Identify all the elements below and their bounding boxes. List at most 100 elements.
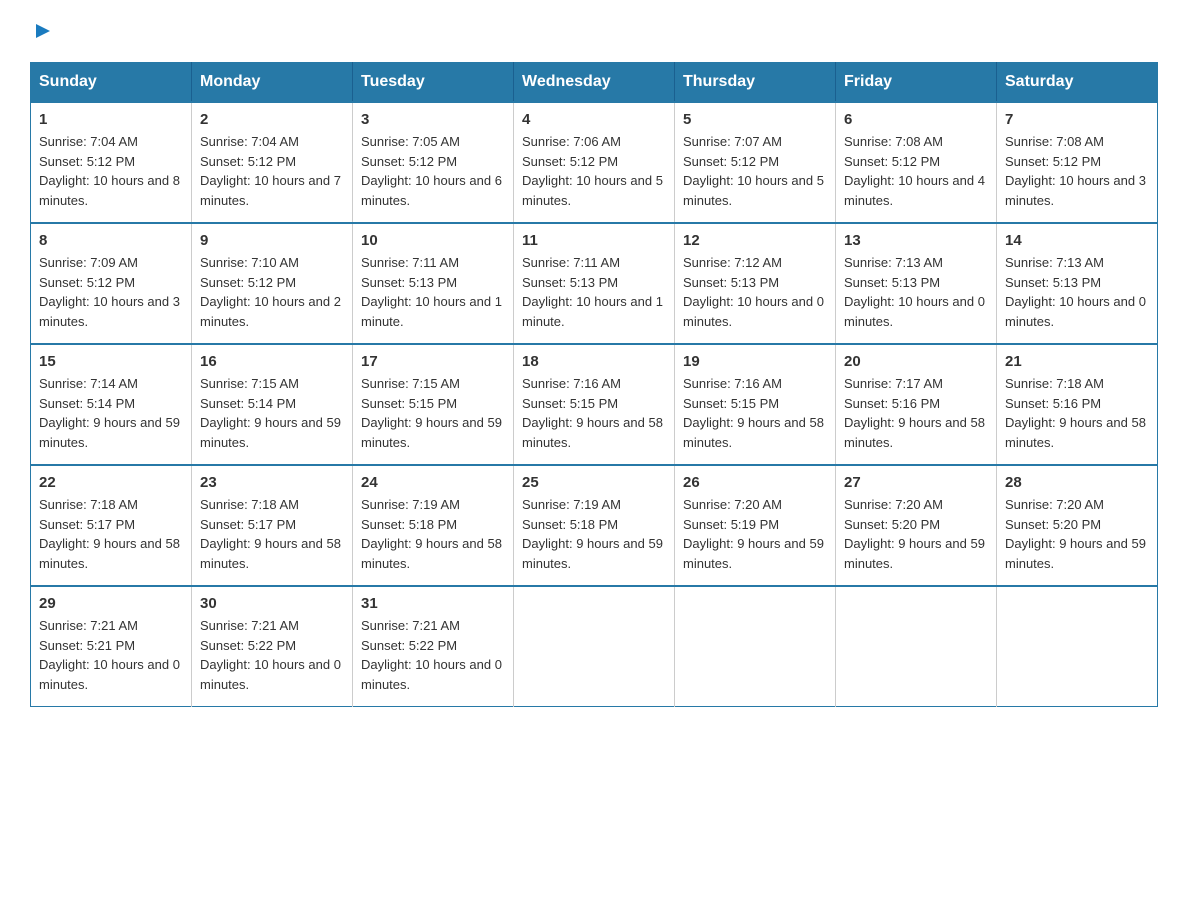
- day-info: Sunrise: 7:06 AMSunset: 5:12 PMDaylight:…: [522, 132, 666, 210]
- day-number: 27: [844, 474, 988, 491]
- day-number: 7: [1005, 111, 1149, 128]
- day-number: 25: [522, 474, 666, 491]
- calendar-cell: 10 Sunrise: 7:11 AMSunset: 5:13 PMDaylig…: [353, 223, 514, 344]
- day-number: 23: [200, 474, 344, 491]
- calendar-cell: 14 Sunrise: 7:13 AMSunset: 5:13 PMDaylig…: [997, 223, 1158, 344]
- day-number: 3: [361, 111, 505, 128]
- day-info: Sunrise: 7:15 AMSunset: 5:14 PMDaylight:…: [200, 374, 344, 452]
- header-thursday: Thursday: [675, 63, 836, 103]
- day-info: Sunrise: 7:13 AMSunset: 5:13 PMDaylight:…: [1005, 253, 1149, 331]
- day-info: Sunrise: 7:07 AMSunset: 5:12 PMDaylight:…: [683, 132, 827, 210]
- header-saturday: Saturday: [997, 63, 1158, 103]
- day-info: Sunrise: 7:14 AMSunset: 5:14 PMDaylight:…: [39, 374, 183, 452]
- calendar-cell: 21 Sunrise: 7:18 AMSunset: 5:16 PMDaylig…: [997, 344, 1158, 465]
- day-info: Sunrise: 7:21 AMSunset: 5:21 PMDaylight:…: [39, 616, 183, 694]
- calendar-cell: 16 Sunrise: 7:15 AMSunset: 5:14 PMDaylig…: [192, 344, 353, 465]
- calendar-table: SundayMondayTuesdayWednesdayThursdayFrid…: [30, 62, 1158, 707]
- calendar-cell: [514, 586, 675, 707]
- day-number: 30: [200, 595, 344, 612]
- day-info: Sunrise: 7:04 AMSunset: 5:12 PMDaylight:…: [39, 132, 183, 210]
- calendar-cell: 8 Sunrise: 7:09 AMSunset: 5:12 PMDayligh…: [31, 223, 192, 344]
- header-tuesday: Tuesday: [353, 63, 514, 103]
- day-number: 5: [683, 111, 827, 128]
- day-number: 14: [1005, 232, 1149, 249]
- calendar-cell: 6 Sunrise: 7:08 AMSunset: 5:12 PMDayligh…: [836, 102, 997, 223]
- page-header: [30, 20, 1158, 42]
- header-friday: Friday: [836, 63, 997, 103]
- calendar-cell: 19 Sunrise: 7:16 AMSunset: 5:15 PMDaylig…: [675, 344, 836, 465]
- calendar-cell: 12 Sunrise: 7:12 AMSunset: 5:13 PMDaylig…: [675, 223, 836, 344]
- calendar-week-2: 8 Sunrise: 7:09 AMSunset: 5:12 PMDayligh…: [31, 223, 1158, 344]
- calendar-week-1: 1 Sunrise: 7:04 AMSunset: 5:12 PMDayligh…: [31, 102, 1158, 223]
- day-number: 1: [39, 111, 183, 128]
- day-number: 4: [522, 111, 666, 128]
- calendar-cell: 15 Sunrise: 7:14 AMSunset: 5:14 PMDaylig…: [31, 344, 192, 465]
- day-number: 29: [39, 595, 183, 612]
- calendar-cell: 24 Sunrise: 7:19 AMSunset: 5:18 PMDaylig…: [353, 465, 514, 586]
- calendar-cell: 18 Sunrise: 7:16 AMSunset: 5:15 PMDaylig…: [514, 344, 675, 465]
- day-info: Sunrise: 7:18 AMSunset: 5:17 PMDaylight:…: [200, 495, 344, 573]
- day-info: Sunrise: 7:12 AMSunset: 5:13 PMDaylight:…: [683, 253, 827, 331]
- day-info: Sunrise: 7:15 AMSunset: 5:15 PMDaylight:…: [361, 374, 505, 452]
- day-info: Sunrise: 7:17 AMSunset: 5:16 PMDaylight:…: [844, 374, 988, 452]
- day-number: 22: [39, 474, 183, 491]
- day-info: Sunrise: 7:11 AMSunset: 5:13 PMDaylight:…: [361, 253, 505, 331]
- header-monday: Monday: [192, 63, 353, 103]
- day-number: 12: [683, 232, 827, 249]
- day-info: Sunrise: 7:21 AMSunset: 5:22 PMDaylight:…: [361, 616, 505, 694]
- header-sunday: Sunday: [31, 63, 192, 103]
- day-number: 13: [844, 232, 988, 249]
- calendar-cell: [675, 586, 836, 707]
- day-number: 17: [361, 353, 505, 370]
- day-info: Sunrise: 7:18 AMSunset: 5:17 PMDaylight:…: [39, 495, 183, 573]
- calendar-cell: 3 Sunrise: 7:05 AMSunset: 5:12 PMDayligh…: [353, 102, 514, 223]
- day-number: 20: [844, 353, 988, 370]
- day-number: 19: [683, 353, 827, 370]
- calendar-cell: 25 Sunrise: 7:19 AMSunset: 5:18 PMDaylig…: [514, 465, 675, 586]
- day-number: 28: [1005, 474, 1149, 491]
- calendar-cell: [836, 586, 997, 707]
- calendar-cell: 4 Sunrise: 7:06 AMSunset: 5:12 PMDayligh…: [514, 102, 675, 223]
- calendar-cell: 9 Sunrise: 7:10 AMSunset: 5:12 PMDayligh…: [192, 223, 353, 344]
- day-number: 10: [361, 232, 505, 249]
- calendar-week-5: 29 Sunrise: 7:21 AMSunset: 5:21 PMDaylig…: [31, 586, 1158, 707]
- calendar-cell: 1 Sunrise: 7:04 AMSunset: 5:12 PMDayligh…: [31, 102, 192, 223]
- day-info: Sunrise: 7:04 AMSunset: 5:12 PMDaylight:…: [200, 132, 344, 210]
- logo-arrow-icon: [32, 20, 54, 42]
- day-number: 31: [361, 595, 505, 612]
- calendar-cell: 22 Sunrise: 7:18 AMSunset: 5:17 PMDaylig…: [31, 465, 192, 586]
- calendar-cell: 5 Sunrise: 7:07 AMSunset: 5:12 PMDayligh…: [675, 102, 836, 223]
- calendar-cell: 23 Sunrise: 7:18 AMSunset: 5:17 PMDaylig…: [192, 465, 353, 586]
- day-info: Sunrise: 7:08 AMSunset: 5:12 PMDaylight:…: [844, 132, 988, 210]
- day-number: 9: [200, 232, 344, 249]
- day-number: 11: [522, 232, 666, 249]
- day-info: Sunrise: 7:05 AMSunset: 5:12 PMDaylight:…: [361, 132, 505, 210]
- logo: [30, 20, 54, 42]
- day-number: 26: [683, 474, 827, 491]
- day-info: Sunrise: 7:19 AMSunset: 5:18 PMDaylight:…: [522, 495, 666, 573]
- calendar-cell: [997, 586, 1158, 707]
- day-info: Sunrise: 7:11 AMSunset: 5:13 PMDaylight:…: [522, 253, 666, 331]
- day-info: Sunrise: 7:10 AMSunset: 5:12 PMDaylight:…: [200, 253, 344, 331]
- day-info: Sunrise: 7:18 AMSunset: 5:16 PMDaylight:…: [1005, 374, 1149, 452]
- day-number: 15: [39, 353, 183, 370]
- calendar-cell: 29 Sunrise: 7:21 AMSunset: 5:21 PMDaylig…: [31, 586, 192, 707]
- day-info: Sunrise: 7:16 AMSunset: 5:15 PMDaylight:…: [683, 374, 827, 452]
- day-info: Sunrise: 7:08 AMSunset: 5:12 PMDaylight:…: [1005, 132, 1149, 210]
- calendar-cell: 11 Sunrise: 7:11 AMSunset: 5:13 PMDaylig…: [514, 223, 675, 344]
- calendar-cell: 26 Sunrise: 7:20 AMSunset: 5:19 PMDaylig…: [675, 465, 836, 586]
- day-number: 8: [39, 232, 183, 249]
- calendar-week-3: 15 Sunrise: 7:14 AMSunset: 5:14 PMDaylig…: [31, 344, 1158, 465]
- day-number: 16: [200, 353, 344, 370]
- calendar-week-4: 22 Sunrise: 7:18 AMSunset: 5:17 PMDaylig…: [31, 465, 1158, 586]
- calendar-cell: 13 Sunrise: 7:13 AMSunset: 5:13 PMDaylig…: [836, 223, 997, 344]
- calendar-cell: 2 Sunrise: 7:04 AMSunset: 5:12 PMDayligh…: [192, 102, 353, 223]
- day-info: Sunrise: 7:21 AMSunset: 5:22 PMDaylight:…: [200, 616, 344, 694]
- day-info: Sunrise: 7:09 AMSunset: 5:12 PMDaylight:…: [39, 253, 183, 331]
- day-info: Sunrise: 7:16 AMSunset: 5:15 PMDaylight:…: [522, 374, 666, 452]
- calendar-cell: 30 Sunrise: 7:21 AMSunset: 5:22 PMDaylig…: [192, 586, 353, 707]
- calendar-cell: 28 Sunrise: 7:20 AMSunset: 5:20 PMDaylig…: [997, 465, 1158, 586]
- day-number: 18: [522, 353, 666, 370]
- calendar-cell: 20 Sunrise: 7:17 AMSunset: 5:16 PMDaylig…: [836, 344, 997, 465]
- day-info: Sunrise: 7:20 AMSunset: 5:20 PMDaylight:…: [844, 495, 988, 573]
